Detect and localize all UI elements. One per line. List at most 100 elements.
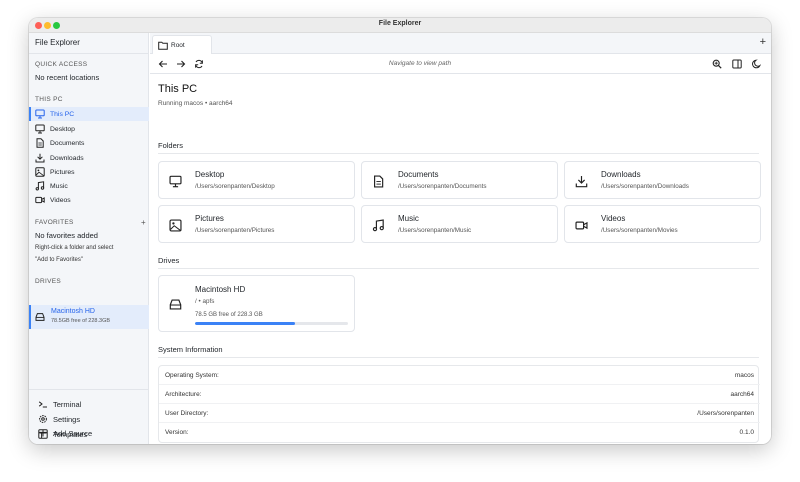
drives-heading: DRIVES — [35, 278, 62, 285]
folder-icon — [158, 41, 168, 50]
folder-path: /Users/sorenpanten/Music — [398, 227, 472, 234]
drive-usage-fill — [195, 322, 296, 325]
sidebar-item-desktop[interactable]: Desktop — [29, 122, 149, 136]
drive-name: Macintosh HD — [195, 285, 246, 294]
content-area: This PC Running macos • aarch64 Folders … — [150, 75, 771, 444]
sidebar-item-music[interactable]: Music — [29, 179, 149, 193]
folder-path: /Users/sorenpanten/Documents — [398, 183, 487, 190]
sidebar-divider — [29, 53, 149, 54]
tab-bar: Root + — [150, 33, 771, 54]
search-button[interactable] — [711, 58, 723, 70]
folder-card-documents[interactable]: Documents /Users/sorenpanten/Documents — [361, 161, 558, 199]
system-info-row: Architecture: aarch64 — [159, 385, 760, 404]
sidebar-item-label: Downloads — [50, 154, 84, 162]
quick-access-empty: No recent locations — [35, 73, 100, 82]
folder-name: Desktop — [195, 170, 225, 179]
moon-icon — [752, 59, 762, 69]
new-tab-button[interactable]: + — [760, 36, 766, 48]
system-info-key: User Directory: — [165, 410, 209, 417]
folder-name: Documents — [398, 170, 439, 179]
drive-icon — [169, 298, 182, 311]
title-bar: File Explorer — [29, 18, 771, 33]
drive-card-macintosh-hd[interactable]: Macintosh HD / • apfs 78.5 GB free of 22… — [158, 275, 355, 332]
drive-filesystem: / • apfs — [195, 298, 215, 305]
plus-icon — [38, 428, 48, 438]
sidebar-item-label: Pictures — [50, 168, 75, 176]
monitor-icon — [168, 174, 182, 188]
system-info-key: Operating System: — [165, 372, 219, 379]
system-info-value: macos — [734, 372, 754, 379]
sidebar: File Explorer QUICK ACCESS No recent loc… — [29, 33, 149, 444]
download-icon — [35, 153, 45, 163]
sidebar-item-this-pc[interactable]: This PC — [29, 107, 149, 121]
terminal-button[interactable]: Terminal — [29, 397, 149, 411]
drive-icon — [35, 312, 45, 322]
toolbar: Navigate to view path — [150, 54, 771, 74]
add-favorite-button[interactable]: + — [141, 218, 146, 227]
sidebar-item-documents[interactable]: Documents — [29, 136, 149, 150]
video-icon — [574, 218, 588, 232]
document-icon — [35, 138, 45, 148]
music-icon — [371, 218, 385, 232]
system-info-row: User Directory: /Users/sorenpanten — [159, 404, 760, 423]
folder-card-pictures[interactable]: Pictures /Users/sorenpanten/Pictures — [158, 205, 355, 243]
add-source-button[interactable]: Add Source — [29, 426, 149, 440]
section-divider — [158, 268, 759, 269]
refresh-button[interactable] — [193, 58, 205, 70]
folder-name: Videos — [601, 214, 626, 223]
forward-button[interactable] — [175, 58, 187, 70]
drive-name: Macintosh HD — [51, 308, 95, 315]
folder-path: /Users/sorenpanten/Desktop — [195, 183, 275, 190]
search-icon — [712, 59, 722, 69]
system-info-row: Version: 0.1.0 — [159, 423, 760, 442]
window-title: File Explorer — [378, 20, 422, 27]
favorites-hint-line1: Right-click a folder and select — [35, 245, 114, 251]
image-icon — [168, 218, 182, 232]
drive-free-space: 78.5 GB free of 228.3 GB — [195, 312, 263, 318]
system-info-key: Version: — [165, 429, 189, 436]
music-icon — [35, 181, 45, 191]
toggle-panel-button[interactable] — [731, 58, 743, 70]
system-info-heading: System Information — [158, 345, 223, 354]
add-source-label: Add Source — [53, 428, 93, 438]
sidebar-item-videos[interactable]: Videos — [29, 193, 149, 207]
terminal-label: Terminal — [53, 399, 82, 409]
sidebar-item-macintosh-hd[interactable]: Macintosh HD 78.5GB free of 228.3GB — [29, 305, 149, 329]
split-panel-icon — [732, 59, 742, 69]
back-button[interactable] — [157, 58, 169, 70]
folder-card-desktop[interactable]: Desktop /Users/sorenpanten/Desktop — [158, 161, 355, 199]
system-info-value: aarch64 — [730, 391, 755, 398]
folder-name: Music — [398, 214, 419, 223]
image-icon — [35, 167, 45, 177]
this-pc-heading: THIS PC — [35, 96, 63, 103]
document-icon — [371, 174, 385, 188]
sidebar-item-label: Videos — [50, 196, 71, 204]
system-info-table: Operating System: macos Architecture: aa… — [158, 365, 760, 443]
folder-card-videos[interactable]: Videos /Users/sorenpanten/Movies — [564, 205, 761, 243]
tab-root[interactable]: Root — [152, 35, 212, 54]
path-bar[interactable]: Navigate to view path — [350, 60, 490, 67]
folder-name: Pictures — [195, 214, 224, 223]
sidebar-item-pictures[interactable]: Pictures — [29, 165, 149, 179]
refresh-icon — [194, 59, 204, 69]
tab-label: Root — [171, 41, 185, 49]
page-subtitle: Running macos • aarch64 — [158, 100, 233, 107]
settings-button[interactable]: Settings — [29, 412, 149, 426]
sidebar-item-downloads[interactable]: Downloads — [29, 151, 149, 165]
folder-path: /Users/sorenpanten/Downloads — [601, 183, 689, 190]
sidebar-divider — [29, 389, 149, 390]
favorites-hint-line2: "Add to Favorites" — [35, 257, 83, 263]
section-divider — [158, 357, 759, 358]
folder-path: /Users/sorenpanten/Pictures — [195, 227, 275, 234]
main-panel: Root + Navigate to view path This PC Run… — [150, 33, 771, 444]
folder-card-music[interactable]: Music /Users/sorenpanten/Music — [361, 205, 558, 243]
theme-toggle-button[interactable] — [751, 58, 763, 70]
sidebar-item-label: This PC — [50, 110, 75, 118]
sidebar-item-label: Documents — [50, 139, 85, 147]
folders-heading: Folders — [158, 141, 184, 150]
folder-card-downloads[interactable]: Downloads /Users/sorenpanten/Downloads — [564, 161, 761, 199]
quick-access-heading: QUICK ACCESS — [35, 61, 88, 68]
app-window: File Explorer File Explorer QUICK ACCESS… — [29, 18, 771, 444]
system-info-value: /Users/sorenpanten — [697, 410, 754, 417]
folder-name: Downloads — [601, 170, 641, 179]
